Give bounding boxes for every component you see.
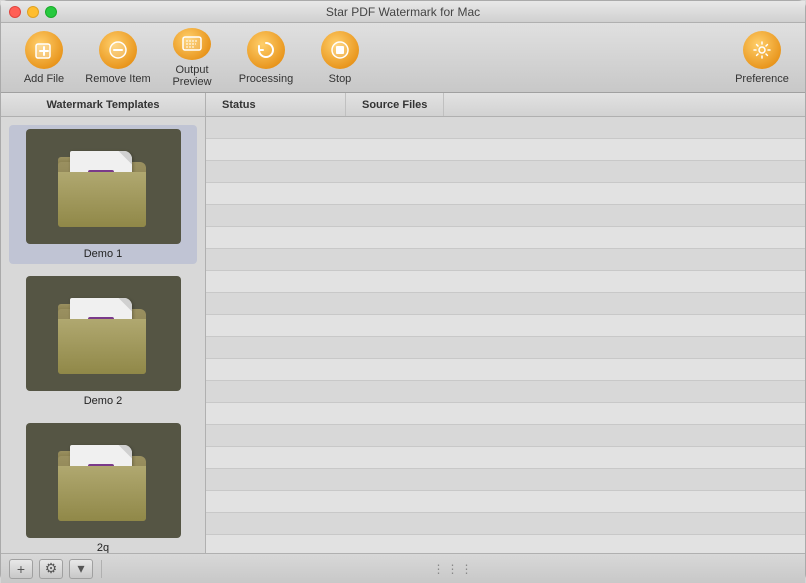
status-column-header: Status xyxy=(206,93,346,116)
table-row xyxy=(206,139,805,161)
add-template-button[interactable]: + xyxy=(9,559,33,579)
table-row xyxy=(206,117,805,139)
traffic-lights xyxy=(9,6,57,18)
chevron-down-icon: ▾ xyxy=(77,560,84,577)
toolbar: Add File Remove Item Output Preview xyxy=(1,23,805,93)
list-item[interactable]: PDF 2q xyxy=(9,419,197,553)
stop-button[interactable]: Stop xyxy=(305,28,375,88)
template-list: PDF Demo 1 xyxy=(1,117,205,553)
table-row xyxy=(206,425,805,447)
right-panel: Status Source Files xyxy=(206,93,805,553)
pdf-folder-icon: PDF xyxy=(58,147,148,227)
table-row xyxy=(206,359,805,381)
main-area: Watermark Templates PDF xyxy=(1,93,805,553)
pdf-folder-icon: PDF xyxy=(58,294,148,374)
handle-dots-icon: ⋮⋮⋮ xyxy=(433,562,475,576)
bottom-divider xyxy=(101,560,102,578)
list-item[interactable]: PDF Demo 2 xyxy=(9,272,197,411)
table-row xyxy=(206,447,805,469)
table-row xyxy=(206,403,805,425)
maximize-button[interactable] xyxy=(45,6,57,18)
table-row xyxy=(206,205,805,227)
right-panel-header: Status Source Files xyxy=(206,93,805,117)
table-row xyxy=(206,249,805,271)
table-row xyxy=(206,535,805,553)
plus-icon: + xyxy=(17,561,25,577)
dropdown-button[interactable]: ▾ xyxy=(69,559,93,579)
template-item-label: Demo 2 xyxy=(84,395,123,407)
add-file-button[interactable]: Add File xyxy=(9,28,79,88)
processing-button[interactable]: Processing xyxy=(231,28,301,88)
watermark-templates-header: Watermark Templates xyxy=(1,93,205,117)
table-row xyxy=(206,161,805,183)
add-file-label: Add File xyxy=(24,73,64,85)
remove-item-button[interactable]: Remove Item xyxy=(83,28,153,88)
minimize-button[interactable] xyxy=(27,6,39,18)
table-row xyxy=(206,491,805,513)
settings-button[interactable]: ⚙ xyxy=(39,559,63,579)
output-preview-button[interactable]: Output Preview xyxy=(157,28,227,88)
table-row xyxy=(206,381,805,403)
preference-label: Preference xyxy=(735,73,789,85)
preference-icon xyxy=(743,31,781,69)
template-thumbnail: PDF xyxy=(26,129,181,244)
preference-button[interactable]: Preference xyxy=(727,28,797,88)
template-item-label: Demo 1 xyxy=(84,248,123,260)
stop-label: Stop xyxy=(329,73,352,85)
resize-handle[interactable]: ⋮⋮⋮ xyxy=(110,562,797,576)
table-row xyxy=(206,293,805,315)
output-preview-icon xyxy=(173,28,211,60)
remove-item-label: Remove Item xyxy=(85,73,150,85)
table-row xyxy=(206,315,805,337)
processing-icon xyxy=(247,31,285,69)
table-row xyxy=(206,469,805,491)
gear-icon: ⚙ xyxy=(45,560,58,577)
processing-label: Processing xyxy=(239,73,293,85)
template-thumbnail: PDF xyxy=(26,276,181,391)
bottom-bar: + ⚙ ▾ ⋮⋮⋮ xyxy=(1,553,805,583)
titlebar: Star PDF Watermark for Mac xyxy=(1,1,805,23)
output-preview-label: Output Preview xyxy=(157,64,227,88)
table-row xyxy=(206,337,805,359)
template-item-label: 2q xyxy=(97,542,109,553)
app-title: Star PDF Watermark for Mac xyxy=(326,5,480,19)
table-row xyxy=(206,271,805,293)
table-row xyxy=(206,227,805,249)
remove-item-icon xyxy=(99,31,137,69)
table-row xyxy=(206,183,805,205)
stop-icon xyxy=(321,31,359,69)
close-button[interactable] xyxy=(9,6,21,18)
table-row xyxy=(206,513,805,535)
add-file-icon xyxy=(25,31,63,69)
file-table xyxy=(206,117,805,553)
source-files-column-header: Source Files xyxy=(346,93,444,116)
pdf-folder-icon: PDF xyxy=(58,441,148,521)
list-item[interactable]: PDF Demo 1 xyxy=(9,125,197,264)
left-panel: Watermark Templates PDF xyxy=(1,93,206,553)
template-thumbnail: PDF xyxy=(26,423,181,538)
